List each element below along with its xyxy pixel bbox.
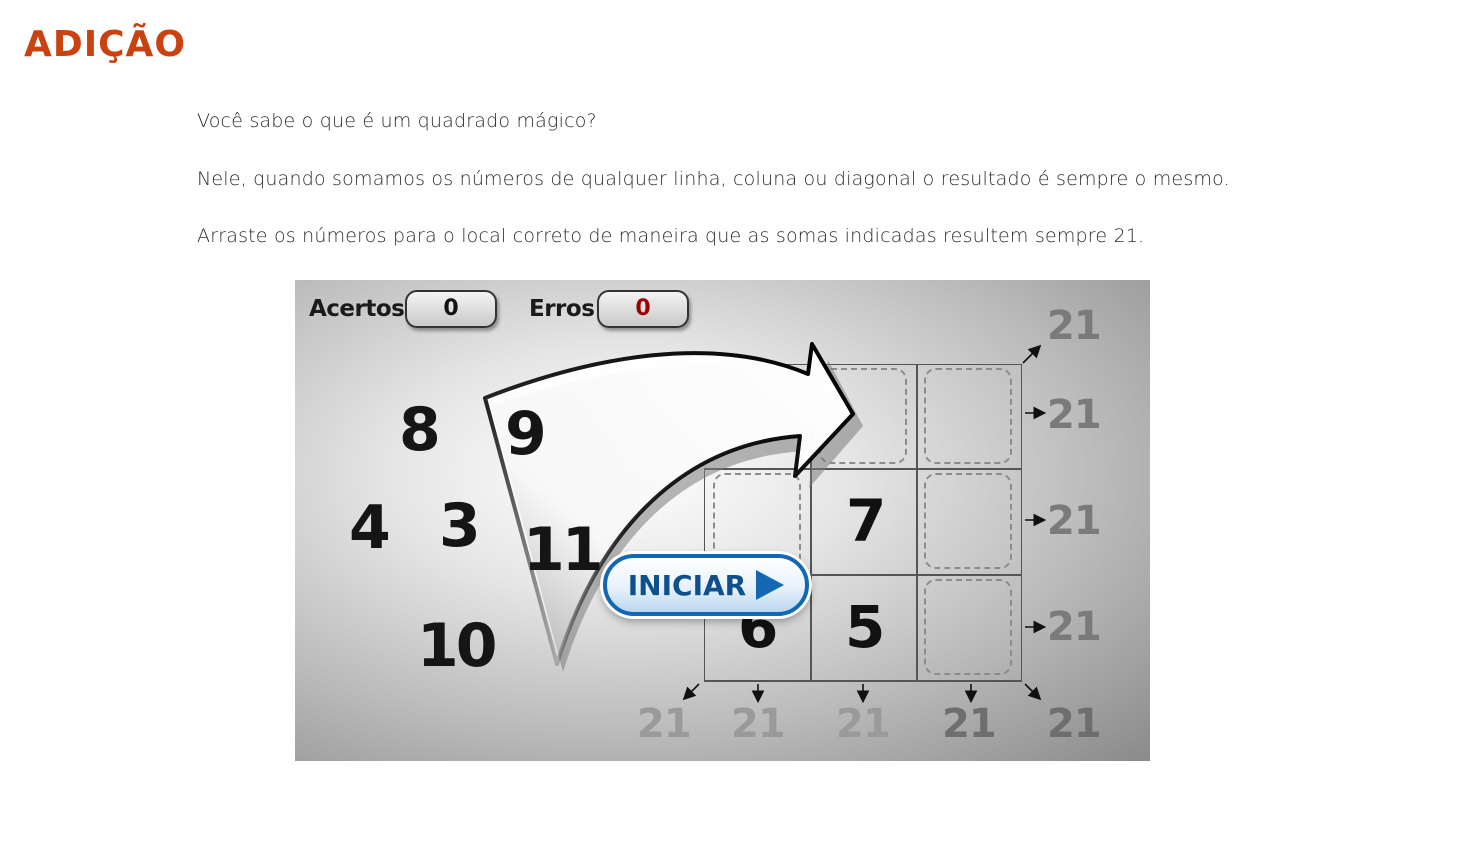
sum-diagonal-top: 21: [1047, 303, 1102, 349]
number-tile[interactable]: 9: [505, 404, 547, 464]
hint-arrow-overlay: [483, 342, 1047, 704]
play-icon: [756, 570, 785, 600]
number-tile[interactable]: 8: [399, 400, 441, 460]
sum-row-1: 21: [1047, 392, 1102, 438]
sum-diagonal-bottom-left: 21: [637, 701, 692, 747]
sum-arrow: [682, 683, 700, 701]
number-tile[interactable]: 11: [523, 520, 603, 580]
sum-column-3: 21: [942, 701, 997, 747]
sum-row-2: 21: [1047, 498, 1102, 544]
start-button-label: INICIAR: [627, 568, 747, 602]
number-tile[interactable]: 4: [349, 498, 391, 558]
number-tile[interactable]: 10: [417, 616, 497, 676]
magic-square-game[interactable]: Acertos 0 Erros 0 7 6 5 8 9 4 3 11 10 21…: [295, 280, 1150, 761]
page-title: ADIÇÃO: [24, 24, 187, 65]
intro-explanation: Nele, quando somamos os números de qualq…: [197, 168, 1230, 190]
intro-question: Você sabe o que é um quadrado mágico?: [197, 110, 597, 132]
intro-instructions: Arraste os números para o local correto …: [197, 225, 1145, 247]
sum-arrow: [1024, 683, 1042, 701]
number-tile[interactable]: 3: [439, 496, 481, 556]
sum-arrow: [1022, 344, 1042, 364]
sum-column-2: 21: [836, 701, 891, 747]
start-button[interactable]: INICIAR: [603, 554, 809, 616]
sum-row-3: 21: [1047, 604, 1102, 650]
sum-diagonal-bottom-right: 21: [1047, 701, 1102, 747]
hint-arrow-body: [483, 342, 855, 666]
sum-column-1: 21: [731, 701, 786, 747]
